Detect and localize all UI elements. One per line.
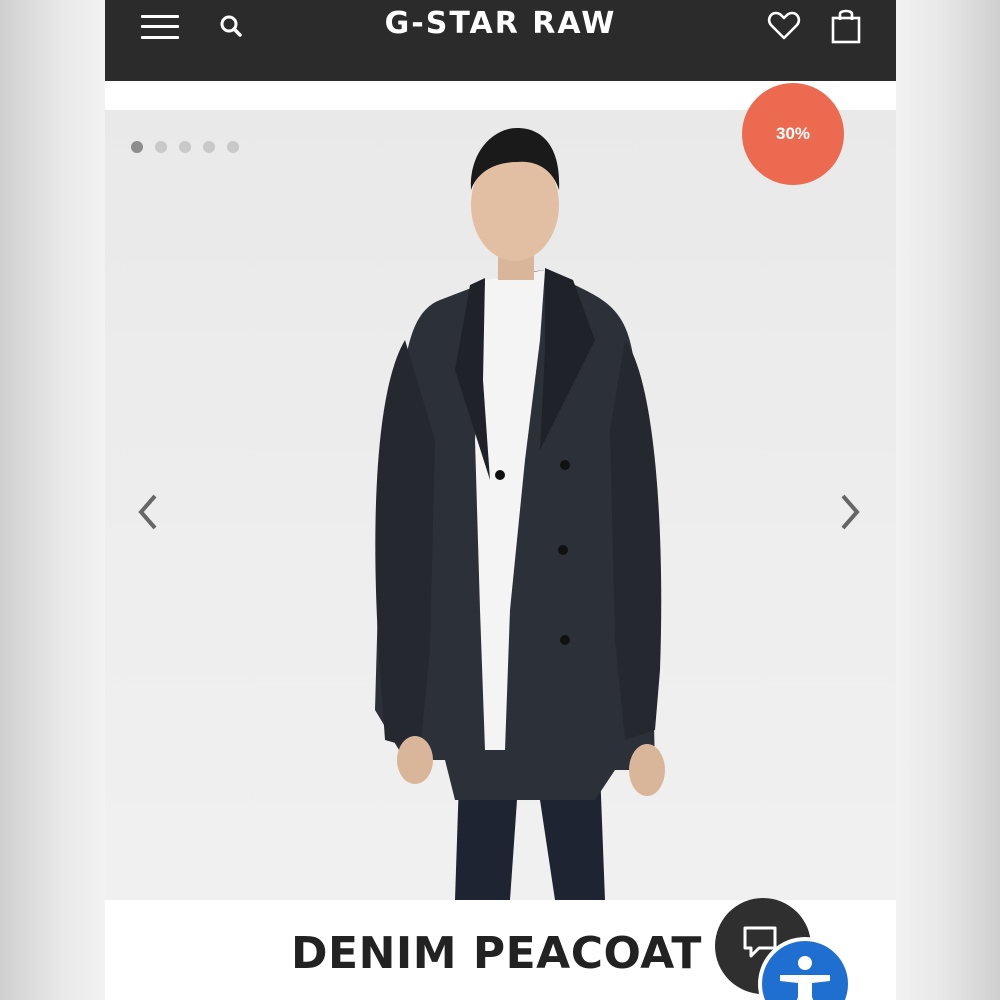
top-navigation-bar: G-STAR RAW: [105, 0, 896, 81]
carousel-dot[interactable]: [227, 141, 239, 153]
background-left: [0, 0, 105, 1000]
phone-screen: G-STAR RAW 30% DENIM PEACOAT: [105, 0, 896, 1000]
discount-badge: 30%: [742, 83, 844, 185]
carousel-dot[interactable]: [203, 141, 215, 153]
accessibility-person-icon: [780, 956, 830, 1000]
carousel-dot[interactable]: [155, 141, 167, 153]
shopping-bag-icon[interactable]: [831, 8, 861, 44]
chevron-left-icon[interactable]: [133, 490, 163, 534]
carousel-dot[interactable]: [131, 141, 143, 153]
accessibility-button[interactable]: [758, 937, 852, 1000]
product-title: DENIM PEACOAT: [291, 928, 702, 979]
carousel-dot[interactable]: [179, 141, 191, 153]
chevron-right-icon[interactable]: [835, 490, 865, 534]
product-image-carousel[interactable]: 30%: [105, 83, 896, 900]
heart-icon[interactable]: [767, 10, 801, 42]
product-photo: [375, 128, 665, 900]
background-right: [896, 0, 1000, 1000]
carousel-pagination: [131, 141, 239, 153]
